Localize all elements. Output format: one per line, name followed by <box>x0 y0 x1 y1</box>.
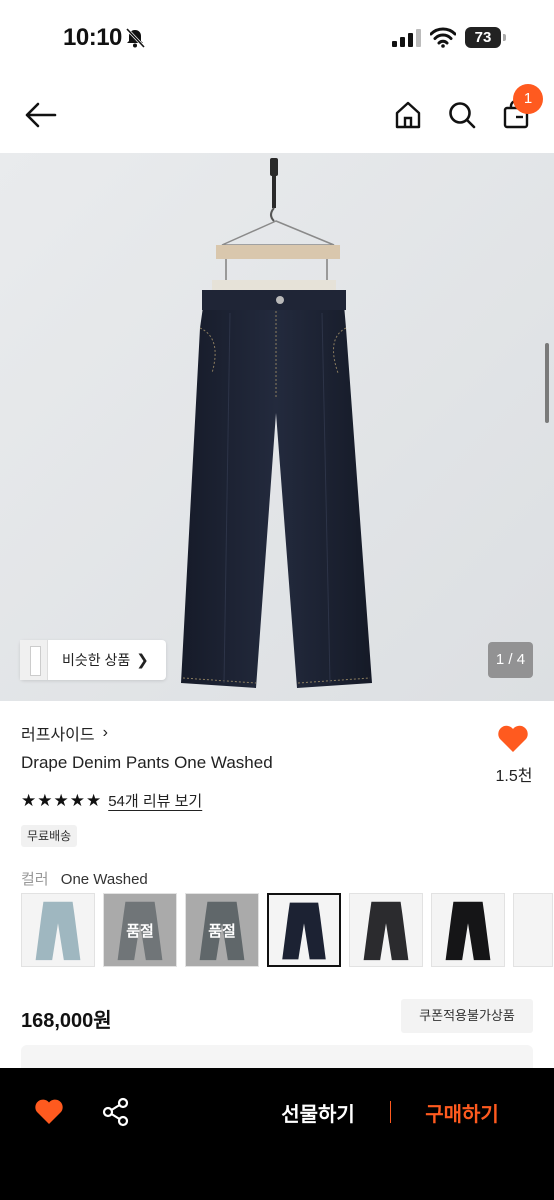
signal-icon <box>392 29 421 47</box>
color-swatch-list: 품절 품절 <box>21 893 554 968</box>
similar-products-button[interactable]: 비슷한 상품 ❯ <box>20 640 166 680</box>
color-swatch-gray-wash[interactable]: 품절 <box>103 893 177 967</box>
cart-count-badge: 1 <box>513 84 543 114</box>
coupon-unavailable-badge: 쿠폰적용불가상품 <box>401 999 533 1033</box>
home-icon[interactable] <box>393 100 423 130</box>
search-icon[interactable] <box>447 100 477 130</box>
product-photo <box>0 153 554 701</box>
color-swatch-light-wash[interactable] <box>21 893 95 967</box>
black-jeans-thumbnail <box>445 901 491 961</box>
image-page-indicator: 1 / 4 <box>488 642 533 678</box>
rating-row: ★★★★★ 54개 리뷰 보기 <box>21 790 202 811</box>
product-image-gallery[interactable] <box>0 153 554 701</box>
app-header: 1 <box>0 80 554 150</box>
similar-product-thumbnail <box>20 640 48 680</box>
color-label: 컬러 <box>21 871 49 888</box>
bottom-action-bar <box>0 1068 554 1200</box>
status-time: 10:10 <box>63 24 122 51</box>
brand-name: 러프사이드 <box>21 727 95 744</box>
share-icon[interactable] <box>102 1097 130 1127</box>
status-bar: 10:10 73 <box>0 0 554 70</box>
heart-icon[interactable] <box>34 1098 64 1126</box>
heart-icon[interactable] <box>497 724 529 754</box>
sold-out-label: 품절 <box>104 894 176 966</box>
color-option-row: 컬러 One Washed <box>21 868 148 889</box>
color-swatch-more[interactable] <box>513 893 553 967</box>
sold-out-label: 품절 <box>186 894 258 966</box>
black-wash-jeans-thumbnail <box>363 901 409 961</box>
light-wash-jeans-thumbnail <box>35 901 81 961</box>
color-swatch-black-wash[interactable] <box>349 893 423 967</box>
battery-tip <box>503 34 506 41</box>
product-price: 168,000원 <box>21 1010 112 1032</box>
chevron-right-icon: ❯ <box>136 652 149 669</box>
color-swatch-vintage-wash[interactable]: 품절 <box>185 893 259 967</box>
free-shipping-badge: 무료배송 <box>21 825 78 847</box>
reviews-link[interactable]: 54개 리뷰 보기 <box>108 790 202 811</box>
battery-indicator: 73 <box>465 27 507 48</box>
bell-slash-icon <box>125 27 146 49</box>
wifi-icon <box>430 27 456 48</box>
back-arrow-icon[interactable] <box>24 100 58 130</box>
one-washed-jeans-thumbnail <box>282 902 326 960</box>
like-count: 1.5천 <box>495 768 533 785</box>
color-swatch-black[interactable] <box>431 893 505 967</box>
gallery-scroll-thumb <box>545 343 549 423</box>
battery-level: 73 <box>465 27 501 48</box>
gift-button[interactable]: 선물하기 <box>262 1094 374 1130</box>
product-title: Drape Denim Pants One Washed <box>21 753 273 772</box>
buy-button[interactable]: 구매하기 <box>404 1094 520 1130</box>
color-swatch-one-washed[interactable] <box>267 893 341 967</box>
chevron-right-icon: › <box>102 724 108 741</box>
rating-stars: ★★★★★ <box>21 790 103 810</box>
brand-link[interactable]: 러프사이드 › <box>21 721 108 745</box>
similar-products-label: 비슷한 상품 <box>62 652 131 668</box>
bottom-bar-divider <box>390 1101 391 1123</box>
selected-color-value: One Washed <box>60 871 148 888</box>
